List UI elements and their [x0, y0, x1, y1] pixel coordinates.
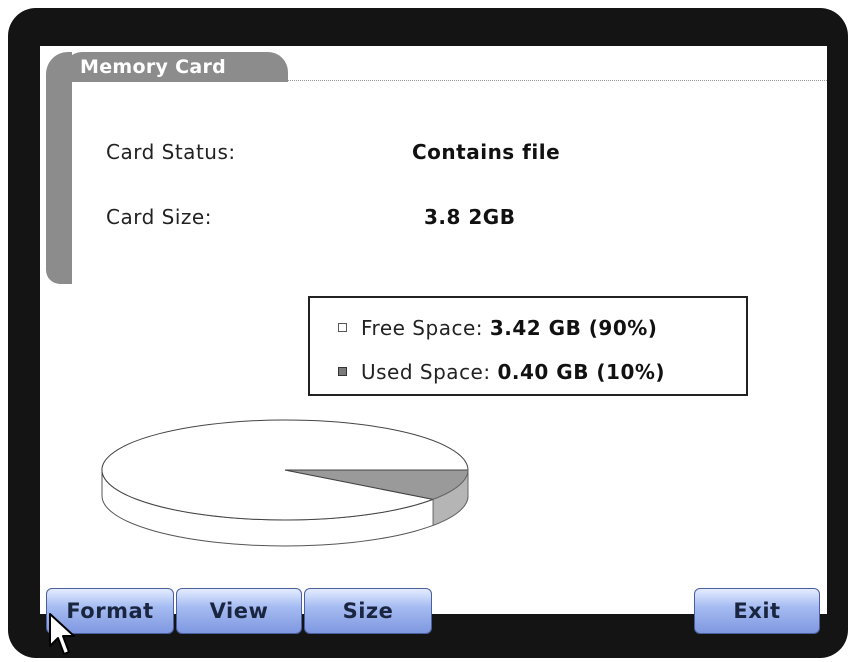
used-space-label: Used Space:: [361, 360, 491, 384]
view-button[interactable]: View: [176, 588, 302, 634]
card-status-value: Contains file: [412, 140, 561, 164]
free-space-value: 3.42 GB (90%): [489, 316, 658, 340]
legend-free-row: Free Space: 3.42 GB (90%): [338, 316, 657, 340]
panel-bracket: [46, 52, 72, 284]
free-space-swatch-icon: [338, 323, 347, 332]
free-space-label: Free Space:: [361, 316, 483, 340]
panel-title: Memory Card: [64, 52, 288, 82]
mouse-pointer-icon: [49, 613, 75, 655]
panel-divider: [288, 80, 827, 81]
space-legend: Free Space: 3.42 GB (90%) Used Space: 0.…: [308, 296, 748, 396]
card-size-value: 3.8 2GB: [424, 205, 516, 229]
storage-pie-chart: [101, 419, 469, 547]
used-space-swatch-icon: [338, 367, 347, 376]
used-space-value: 0.40 GB (10%): [497, 360, 666, 384]
card-size-label: Card Size:: [106, 205, 212, 229]
card-status-label: Card Status:: [106, 140, 236, 164]
legend-used-row: Used Space: 0.40 GB (10%): [338, 360, 665, 384]
size-button[interactable]: Size: [304, 588, 432, 634]
exit-button[interactable]: Exit: [694, 588, 820, 634]
